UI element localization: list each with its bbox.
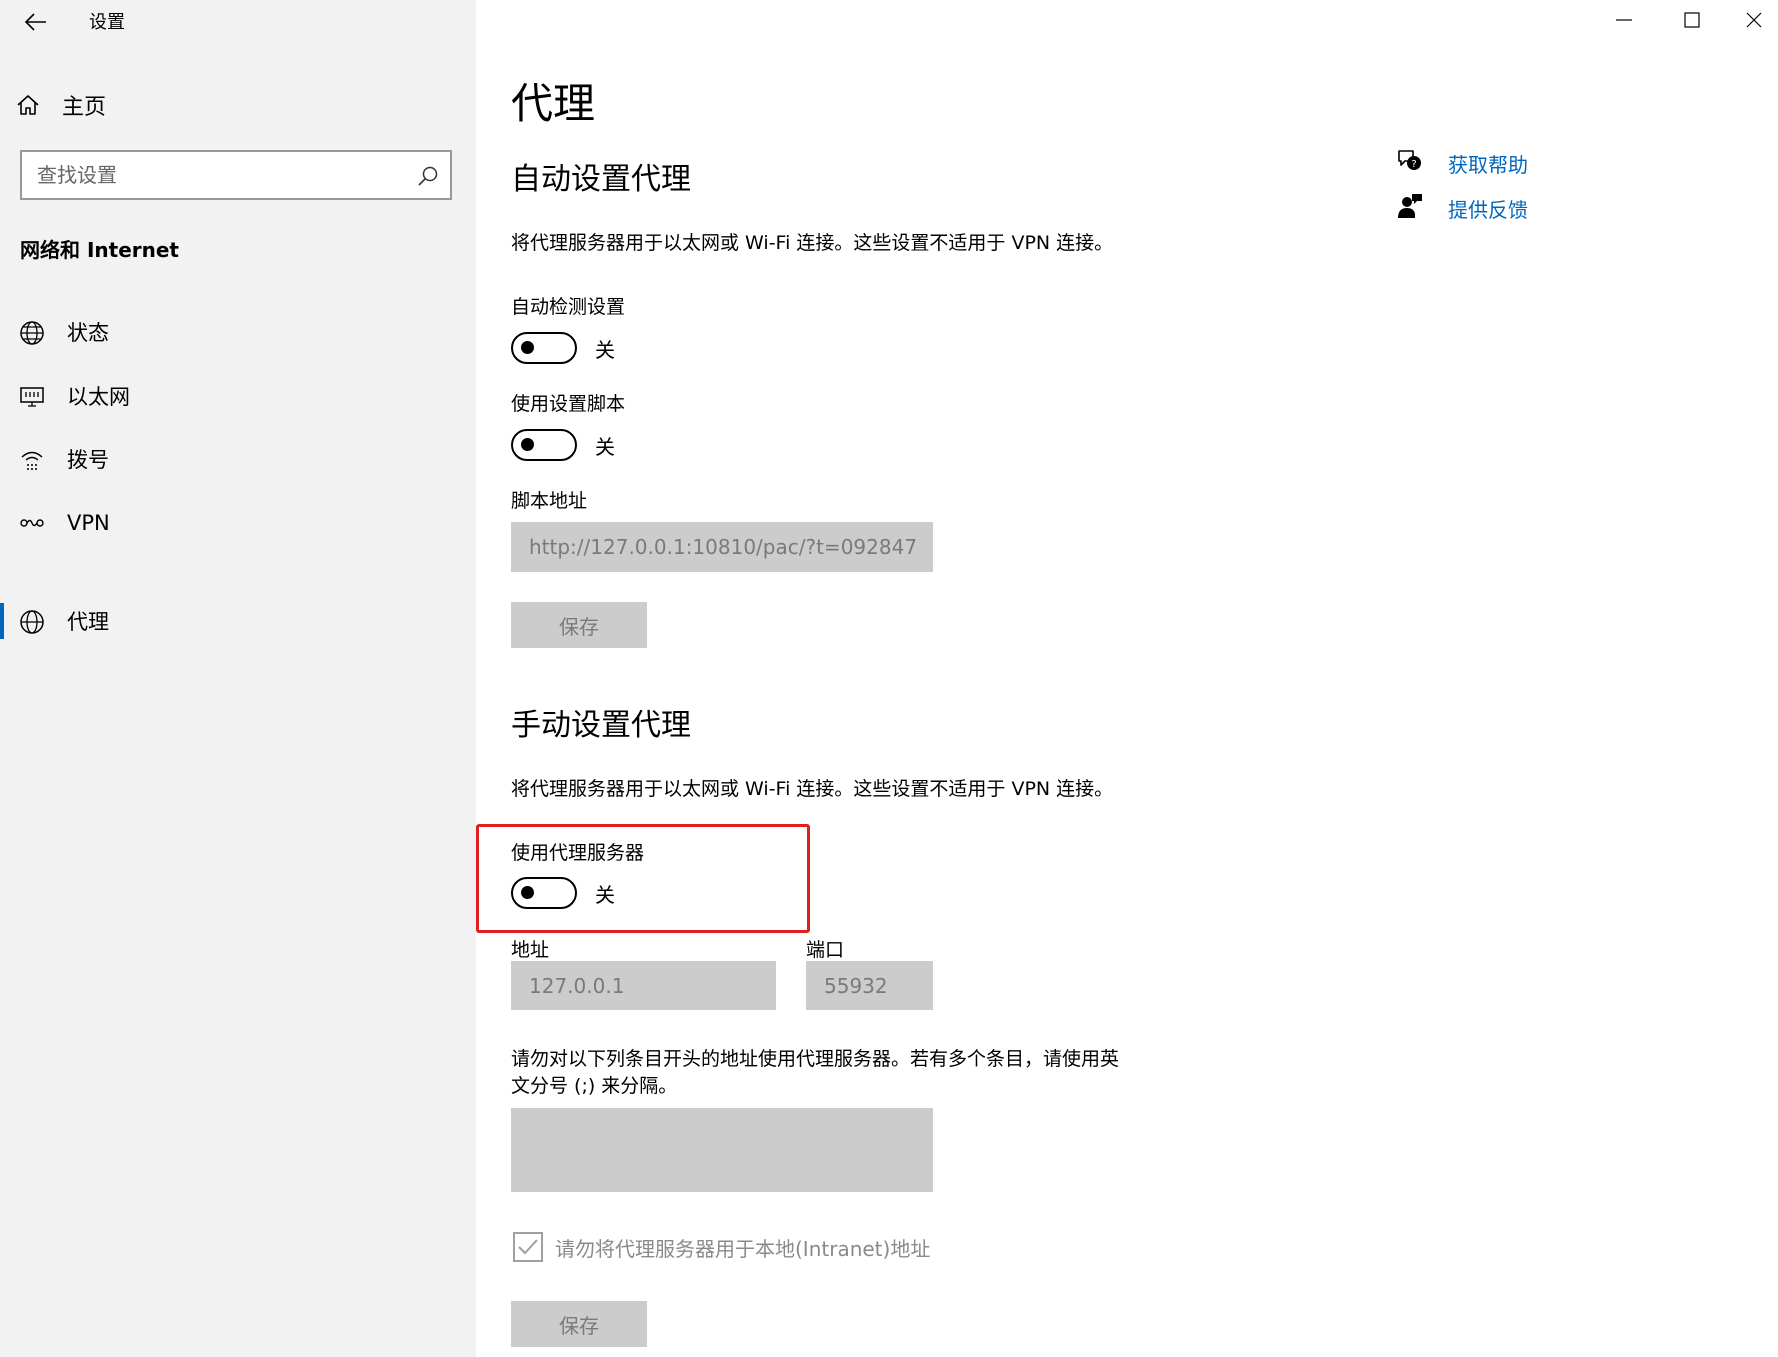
feedback-link[interactable]: 提供反馈 [1448,194,1528,223]
sidebar-item-proxy[interactable]: 代理 [0,593,476,649]
feedback-icon [1398,194,1422,218]
sidebar-item-ethernet[interactable]: 以太网 [0,368,476,424]
home-icon [17,95,39,115]
exceptions-description-line2: 文分号 (;) 来分隔。 [511,1075,678,1097]
setup-script-state: 关 [595,434,615,459]
vpn-icon [20,519,44,527]
local-address-checkbox-label: 请勿将代理服务器用于本地(Intranet)地址 [555,1237,931,1261]
page-title: 代理 [511,79,596,128]
manual-proxy-description: 将代理服务器用于以太网或 Wi-Fi 连接。这些设置不适用于 VPN 连接。 [511,778,1114,800]
sidebar-item-label: 代理 [67,610,109,634]
address-label: 地址 [511,939,550,961]
manual-proxy-heading: 手动设置代理 [511,708,691,743]
maximize-button[interactable] [1662,0,1722,40]
port-label: 端口 [806,939,845,961]
auto-detect-state: 关 [595,337,615,362]
sidebar-item-vpn[interactable]: VPN [0,495,476,551]
search-box[interactable] [20,150,452,200]
get-help-link[interactable]: 获取帮助 [1448,149,1528,178]
selected-indicator [0,603,4,639]
script-address-field[interactable]: http://127.0.0.1:10810/pac/?t=092847 [511,522,933,572]
setup-script-label: 使用设置脚本 [511,393,626,415]
sidebar-item-dialup[interactable]: 拨号 [0,431,476,487]
toggle-knob [521,886,534,899]
exceptions-description-line1: 请勿对以下列条目开头的地址使用代理服务器。若有多个条目，请使用英 [511,1048,1120,1070]
auto-detect-row: 关 [511,332,615,364]
get-help-icon: ? [1398,150,1421,170]
proxy-globe-icon [20,610,44,634]
sidebar-item-label: VPN [67,511,110,535]
back-arrow-icon [25,13,46,31]
app-title: 设置 [89,12,125,33]
auto-save-button[interactable]: 保存 [511,602,647,648]
search-input[interactable] [22,152,450,198]
maximize-icon [1684,12,1700,28]
search-icon[interactable] [416,164,440,188]
close-icon [1746,12,1762,28]
minimize-icon [1616,19,1632,21]
svg-text:?: ? [1411,159,1416,170]
sidebar: 设置 主页 网络和 Internet 状态 以太网 [0,0,476,1357]
address-field[interactable]: 127.0.0.1 [511,961,776,1010]
script-address-label: 脚本地址 [511,490,588,512]
sidebar-item-home[interactable]: 主页 [16,85,106,125]
auto-detect-toggle[interactable] [511,332,577,364]
local-address-checkbox[interactable] [513,1232,543,1262]
ethernet-icon [20,387,44,407]
dialup-icon [21,451,43,470]
status-globe-icon [20,321,44,345]
auto-proxy-description: 将代理服务器用于以太网或 Wi-Fi 连接。这些设置不适用于 VPN 连接。 [511,232,1114,254]
use-proxy-row: 关 [511,877,615,909]
port-field[interactable]: 55932 [806,961,933,1010]
manual-save-button[interactable]: 保存 [511,1301,647,1347]
setup-script-row: 关 [511,429,615,461]
sidebar-item-status[interactable]: 状态 [0,304,476,360]
back-button[interactable] [18,4,54,40]
use-proxy-label: 使用代理服务器 [511,842,645,864]
toggle-knob [521,438,534,451]
sidebar-item-label: 拨号 [67,448,109,472]
section-title: 网络和 Internet [20,238,179,262]
setup-script-toggle[interactable] [511,429,577,461]
checkmark-icon [518,1239,538,1255]
close-button[interactable] [1730,0,1778,40]
auto-detect-label: 自动检测设置 [511,296,626,318]
auto-proxy-heading: 自动设置代理 [511,162,691,197]
use-proxy-state: 关 [595,882,615,907]
toggle-knob [521,341,534,354]
use-proxy-toggle[interactable] [511,877,577,909]
minimize-button[interactable] [1594,0,1654,40]
sidebar-item-label: 以太网 [67,385,130,409]
sidebar-item-label: 状态 [67,321,109,345]
exceptions-field[interactable] [511,1108,933,1192]
home-label: 主页 [62,95,107,120]
